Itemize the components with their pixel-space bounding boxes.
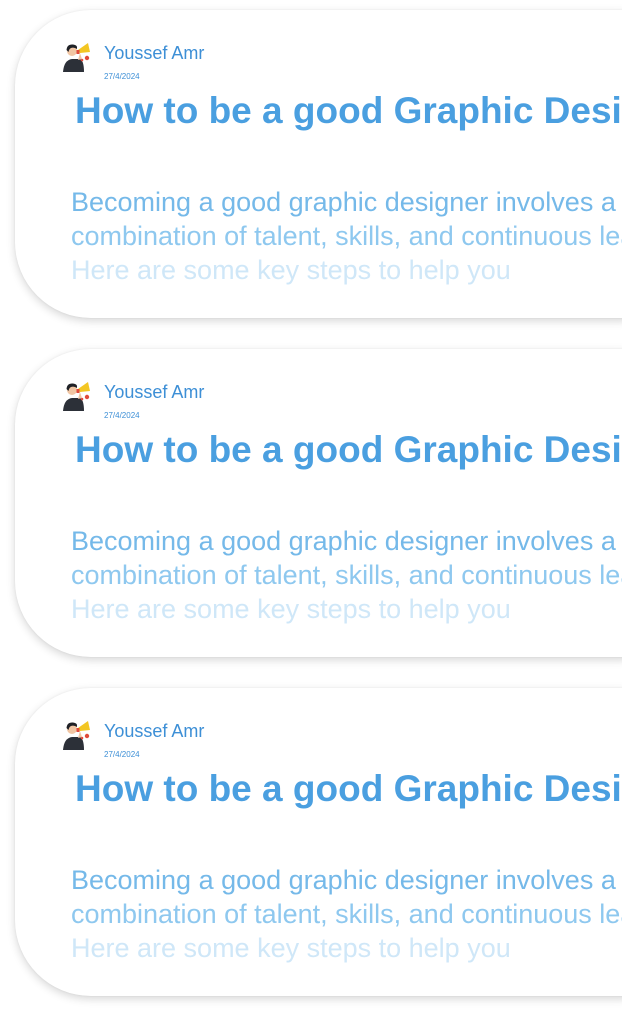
author-name[interactable]: Youssef Amr [104,43,204,64]
excerpt-line: Here are some key steps to help you [71,933,511,963]
excerpt-line: combination of talent, skills, and conti… [71,899,622,929]
post-feed: Youssef Amr 27/4/2024 How to be a good G… [0,0,622,1015]
post-date: 27/4/2024 [104,411,140,420]
post-date: 27/4/2024 [104,750,140,759]
post-card[interactable]: Youssef Amr 27/4/2024 How to be a good G… [15,349,622,657]
post-title[interactable]: How to be a good Graphic Designer [75,768,622,810]
post-title[interactable]: How to be a good Graphic Designer [75,429,622,471]
post-card[interactable]: Youssef Amr 27/4/2024 How to be a good G… [15,688,622,996]
post-excerpt: Becoming a good graphic designer involve… [71,863,622,965]
excerpt-line: Becoming a good graphic designer involve… [71,526,616,556]
post-date: 27/4/2024 [104,72,140,81]
excerpt-line: Becoming a good graphic designer involve… [71,187,616,217]
author-name[interactable]: Youssef Amr [104,382,204,403]
person-with-megaphone-avatar-icon[interactable] [58,377,94,413]
post-excerpt: Becoming a good graphic designer involve… [71,524,622,626]
author-name[interactable]: Youssef Amr [104,721,204,742]
excerpt-line: combination of talent, skills, and conti… [71,221,622,251]
post-title[interactable]: How to be a good Graphic Designer [75,90,622,132]
excerpt-line: Here are some key steps to help you [71,255,511,285]
excerpt-line: Becoming a good graphic designer involve… [71,865,616,895]
post-excerpt: Becoming a good graphic designer involve… [71,185,622,287]
post-card[interactable]: Youssef Amr 27/4/2024 How to be a good G… [15,10,622,318]
excerpt-line: Here are some key steps to help you [71,594,511,624]
excerpt-line: combination of talent, skills, and conti… [71,560,622,590]
person-with-megaphone-avatar-icon[interactable] [58,716,94,752]
person-with-megaphone-avatar-icon[interactable] [58,38,94,74]
